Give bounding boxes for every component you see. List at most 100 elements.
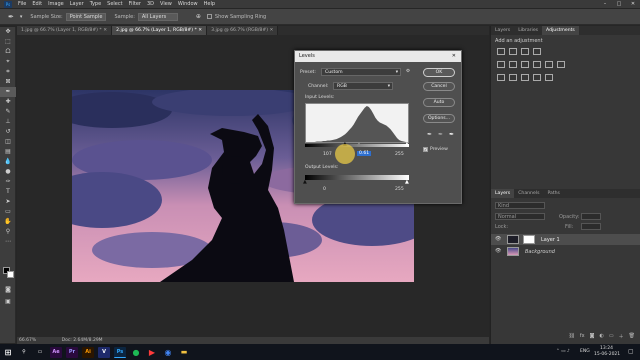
close-tab-icon[interactable]: ✕: [269, 28, 273, 33]
after-effects-icon[interactable]: Ae: [50, 346, 62, 358]
maximize-icon[interactable]: □: [612, 0, 626, 8]
windows-start-icon[interactable]: ⊞: [2, 347, 14, 358]
tab-channels[interactable]: Channels: [514, 189, 543, 198]
gradient-tool-icon[interactable]: ▤: [0, 147, 16, 157]
hand-tool-icon[interactable]: ✋: [0, 217, 16, 227]
brush-tool-icon[interactable]: ✎: [0, 107, 16, 117]
exposure-icon[interactable]: [533, 48, 541, 55]
link-icon[interactable]: ⛓: [569, 333, 575, 343]
tab-document-3[interactable]: 3.jpg @ 66.7% (RGB/8#) ✕: [207, 26, 279, 35]
menu-file[interactable]: File: [18, 1, 26, 7]
output-black-slider[interactable]: ▲: [303, 179, 307, 185]
options-button[interactable]: Options...: [423, 114, 455, 123]
input-gamma-value[interactable]: 0.61: [357, 151, 372, 156]
menu-view[interactable]: View: [160, 1, 172, 7]
background-color-swatch[interactable]: [7, 271, 14, 278]
group-icon[interactable]: ▭: [609, 333, 614, 343]
mask-icon[interactable]: ◙: [590, 333, 595, 343]
photoshop-taskbar-icon[interactable]: Ps: [114, 346, 126, 358]
language-indicator[interactable]: ENG: [580, 349, 590, 354]
auto-button[interactable]: Auto: [423, 98, 455, 107]
ok-button[interactable]: OK: [423, 68, 455, 77]
opacity-field[interactable]: [581, 213, 601, 220]
fx-icon[interactable]: fx: [580, 333, 585, 343]
menu-select[interactable]: Select: [107, 1, 122, 7]
screen-mode-icon[interactable]: ▣: [0, 297, 16, 307]
eyedropper-icon[interactable]: ✒: [8, 13, 14, 21]
close-icon[interactable]: ✕: [626, 0, 640, 8]
preview-checkbox[interactable]: ✓: [423, 147, 428, 152]
layer-row-layer-1[interactable]: 👁 Layer 1: [491, 234, 640, 245]
chrome-icon[interactable]: ◉: [162, 347, 174, 358]
adjust-icon[interactable]: ⊕: [196, 13, 201, 20]
move-tool-icon[interactable]: ✥: [0, 27, 16, 37]
menu-layer[interactable]: Layer: [70, 1, 84, 7]
menu-type[interactable]: Type: [90, 1, 101, 7]
file-explorer-icon[interactable]: ▬: [178, 347, 190, 358]
menu-edit[interactable]: Edit: [32, 1, 42, 7]
menu-image[interactable]: Image: [48, 1, 64, 7]
brightness-contrast-icon[interactable]: [497, 48, 505, 55]
path-select-tool-icon[interactable]: ➤: [0, 197, 16, 207]
history-brush-icon[interactable]: ↺: [0, 127, 16, 137]
preset-select[interactable]: Custom ▾: [321, 68, 401, 76]
sample-select[interactable]: All Layers: [137, 12, 178, 21]
tab-layers-top[interactable]: Layers: [491, 26, 514, 35]
input-white-slider[interactable]: ▲: [405, 141, 409, 147]
channel-mixer-icon[interactable]: [557, 61, 565, 68]
illustrator-icon[interactable]: Ai: [82, 346, 94, 358]
notification-icon[interactable]: ▢: [628, 348, 634, 355]
zoom-level[interactable]: 66.67%: [19, 338, 36, 343]
tab-document-2[interactable]: 2.jpg @ 66.7% (Layer 1, RGB/8#) * ✕: [112, 26, 208, 35]
channel-select[interactable]: RGB ▾: [333, 82, 393, 90]
adjustment-layer-icon[interactable]: ◐: [600, 333, 604, 343]
quick-select-tool-icon[interactable]: ⌖: [0, 57, 16, 67]
gray-point-eyedropper-icon[interactable]: ✒: [438, 131, 443, 138]
invert-icon[interactable]: [497, 74, 505, 81]
vegas-icon[interactable]: V: [98, 346, 110, 358]
dodge-tool-icon[interactable]: ●: [0, 167, 16, 177]
posterize-icon[interactable]: [509, 74, 517, 81]
input-black-value[interactable]: 107: [323, 152, 332, 157]
threshold-icon[interactable]: [521, 74, 529, 81]
input-white-value[interactable]: 255: [395, 152, 404, 157]
output-black-value[interactable]: 0: [323, 187, 326, 192]
zoom-tool-icon[interactable]: ⚲: [0, 227, 16, 237]
frame-tool-icon[interactable]: ⊠: [0, 77, 16, 87]
healing-tool-icon[interactable]: ✚: [0, 97, 16, 107]
tab-libraries[interactable]: Libraries: [514, 26, 542, 35]
output-white-slider[interactable]: ▲: [405, 179, 409, 185]
layer-mask-thumbnail[interactable]: [523, 235, 535, 244]
sample-size-select[interactable]: Point Sample: [65, 12, 107, 21]
task-view-icon[interactable]: ▭: [34, 347, 46, 358]
minimize-icon[interactable]: –: [598, 0, 612, 8]
close-tab-icon[interactable]: ✕: [103, 28, 107, 33]
stamp-tool-icon[interactable]: ⊥: [0, 117, 16, 127]
gradient-map-icon[interactable]: [533, 74, 541, 81]
tab-layers[interactable]: Layers: [491, 189, 515, 198]
blur-tool-icon[interactable]: 💧: [0, 157, 16, 167]
visibility-eye-icon[interactable]: 👁: [495, 236, 501, 242]
tab-document-1[interactable]: 1.jpg @ 66.7% (Layer 1, RGB/8#) * ✕: [17, 26, 113, 35]
dialog-close-icon[interactable]: ✕: [452, 51, 456, 62]
crop-tool-icon[interactable]: ⌗: [0, 67, 16, 77]
spotify-icon[interactable]: ●: [130, 347, 142, 358]
clock-date[interactable]: 15-06-2021: [594, 352, 620, 357]
layer-row-background[interactable]: 👁 Background: [491, 246, 640, 257]
clock-time[interactable]: 13:24: [600, 346, 613, 351]
tab-adjustments[interactable]: Adjustments: [542, 26, 579, 35]
trash-icon[interactable]: 🗑: [629, 333, 635, 343]
marquee-tool-icon[interactable]: ⬚: [0, 37, 16, 47]
tray-icons[interactable]: ⌃ ▭ ♪: [556, 349, 570, 354]
menu-3d[interactable]: 3D: [147, 1, 154, 7]
eraser-tool-icon[interactable]: ◫: [0, 137, 16, 147]
vibrance-icon[interactable]: [497, 61, 505, 68]
black-point-eyedropper-icon[interactable]: ✒: [427, 131, 432, 138]
levels-icon[interactable]: [509, 48, 517, 55]
shape-tool-icon[interactable]: ▭: [0, 207, 16, 217]
menu-filter[interactable]: Filter: [129, 1, 141, 7]
photo-filter-icon[interactable]: [545, 61, 553, 68]
black-white-icon[interactable]: [533, 61, 541, 68]
input-gamma-slider[interactable]: ▲: [357, 141, 361, 147]
type-tool-icon[interactable]: T: [0, 187, 16, 197]
